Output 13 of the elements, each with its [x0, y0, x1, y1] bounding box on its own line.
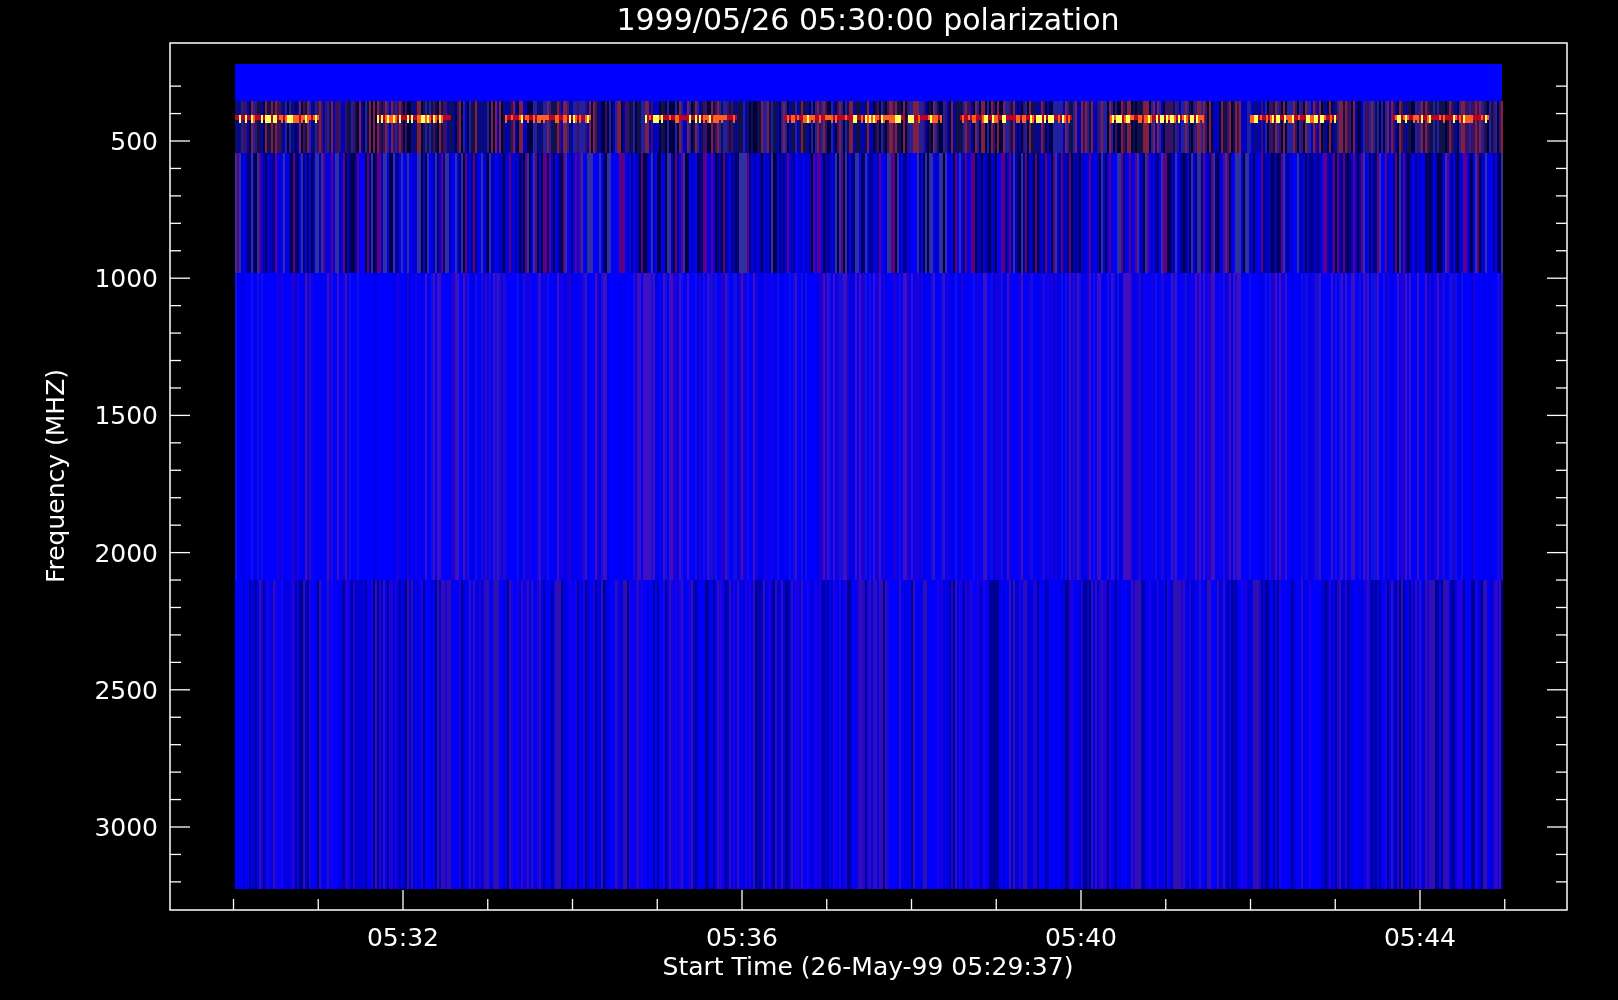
x-tick-label: 05:36	[706, 923, 778, 952]
x-tick-label: 05:40	[1045, 923, 1117, 952]
y-tick-label: 3000	[94, 813, 158, 842]
x-tick-label: 05:44	[1384, 923, 1456, 952]
y-tick-label: 2500	[94, 675, 158, 705]
y-tick-label: 500	[110, 127, 158, 156]
y-axis-label: Frequency (MHZ)	[41, 368, 70, 584]
y-tick-label: 1000	[94, 264, 158, 294]
y-tick-label: 1500	[94, 401, 158, 431]
y-tick-label: 2000	[94, 538, 158, 568]
x-tick-label: 05:32	[367, 923, 439, 952]
x-axis-label: Start Time (26-May-99 05:29:37)	[662, 952, 1074, 981]
plot-title: 1999/05/26 05:30:00 polarization	[616, 2, 1120, 37]
